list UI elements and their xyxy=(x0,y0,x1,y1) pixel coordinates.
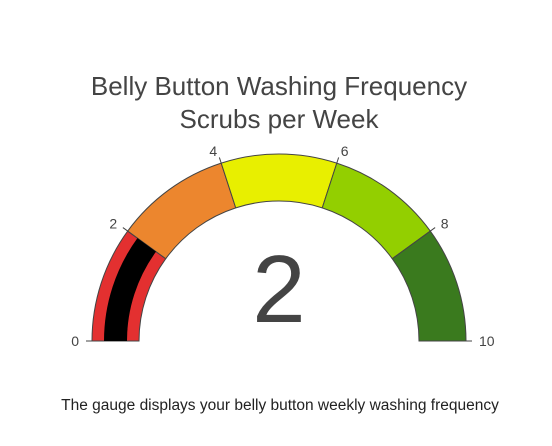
gauge-tick-label-3: 6 xyxy=(341,143,349,159)
chart-title-line-2: Scrubs per Week xyxy=(180,104,380,134)
gauge-tick-label-0: 0 xyxy=(71,333,79,349)
gauge-tick-label-2: 4 xyxy=(209,143,217,159)
chart-title-line-1: Belly Button Washing Frequency xyxy=(91,71,467,101)
gauge-tick-label-5: 10 xyxy=(479,333,495,349)
gauge-tick-1 xyxy=(122,227,129,232)
gauge-tick-2 xyxy=(218,157,222,164)
gauge-step-2 xyxy=(220,153,338,209)
gauge-value-number: 2 xyxy=(252,236,305,343)
gauge-chart: Belly Button Washing Frequency Scrubs pe… xyxy=(71,71,495,349)
gauge-tick-3 xyxy=(336,157,340,164)
gauge-caption: The gauge displays your belly button wee… xyxy=(61,397,499,414)
gauge-tick-label-4: 8 xyxy=(441,215,449,231)
gauge-tick-4 xyxy=(429,227,436,232)
gauge-tick-label-1: 2 xyxy=(109,215,117,231)
